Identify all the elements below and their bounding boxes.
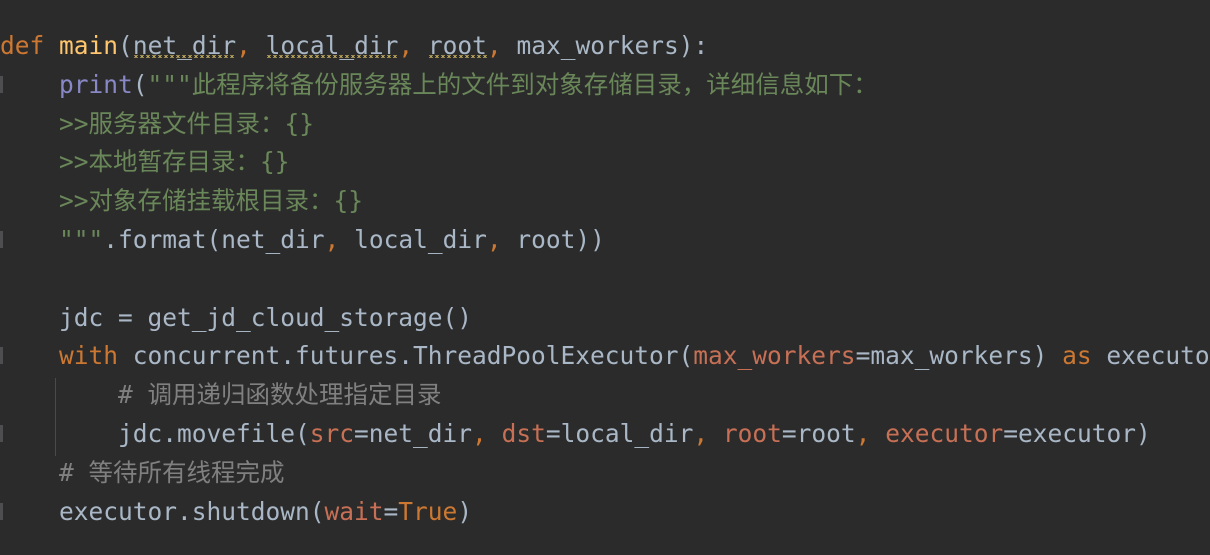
code-token: >>本地暂存目录：{}: [59, 147, 290, 177]
code-token: (: [132, 69, 148, 99]
code-token: wait: [324, 496, 384, 526]
code-token: src: [309, 419, 355, 448]
code-token: with: [59, 341, 119, 371]
code-token: max_workers: [516, 31, 679, 60]
code-line[interactable]: >>对象存储挂载根目录：{}: [0, 182, 363, 221]
code-token: root: [722, 419, 782, 448]
code-token: ): [457, 496, 473, 526]
code-token: dst: [501, 419, 546, 448]
code-line[interactable]: executor.shutdown(wait=True): [0, 493, 472, 532]
code-token: ,: [324, 225, 340, 254]
code-token: root)): [501, 225, 605, 254]
change-marker[interactable]: [0, 425, 3, 442]
code-token: jdc.movefile(: [0, 419, 310, 448]
code-token: def: [0, 31, 45, 60]
code-line[interactable]: >>本地暂存目录：{}: [0, 143, 290, 182]
code-line[interactable]: """.format(net_dir, local_dir, root)): [0, 221, 605, 260]
code-token: local_dir: [265, 31, 399, 60]
code-token: >>服务器文件目录：{}: [59, 108, 315, 138]
code-line[interactable]: >>服务器文件目录：{}: [0, 105, 314, 144]
change-marker[interactable]: [0, 347, 3, 365]
code-line[interactable]: def main(net_dir, local_dir, root, max_w…: [0, 27, 708, 66]
code-token: max_workers: [693, 341, 856, 371]
code-token: =local_dir: [545, 419, 694, 448]
code-token: net_dir: [132, 31, 237, 60]
code-token: print: [59, 69, 133, 99]
code-token: executor:: [1106, 341, 1210, 371]
code-token: """此程序将备份服务器上的文件到对象存储目录，详细信息如下：: [147, 69, 878, 99]
code-token: =: [383, 496, 399, 526]
code-line[interactable]: # 调用递归函数处理指定目录: [0, 376, 442, 415]
code-token: .format(net_dir: [103, 225, 325, 254]
code-token: >>对象存储挂载根目录：{}: [59, 186, 364, 216]
code-token: """: [59, 225, 104, 254]
code-token: =executor): [1003, 419, 1151, 448]
code-token: True: [398, 496, 458, 526]
code-line[interactable]: # 等待所有线程完成: [0, 454, 285, 493]
code-token: jdc = get_jd_cloud_storage(): [0, 302, 473, 332]
code-token: executor.shutdown(: [0, 496, 325, 526]
code-token: root: [427, 31, 487, 60]
code-token: ,: [693, 419, 709, 448]
code-line[interactable]: jdc = get_jd_cloud_storage(): [0, 299, 472, 338]
code-token: ,: [398, 31, 414, 60]
code-line[interactable]: jdc.movefile(src=net_dir, dst=local_dir,…: [0, 415, 1151, 454]
code-token: executor: [885, 419, 1004, 448]
code-token: (: [118, 31, 133, 60]
code-editor[interactable]: def main(net_dir, local_dir, root, max_w…: [0, 0, 1210, 555]
code-token: # 等待所有线程完成: [0, 457, 285, 487]
code-line[interactable]: with concurrent.futures.ThreadPoolExecut…: [0, 337, 1210, 376]
indent-guide: [55, 378, 56, 456]
code-token: =max_workers): [855, 341, 1063, 371]
change-marker[interactable]: [0, 502, 3, 520]
change-marker[interactable]: [0, 75, 3, 93]
code-token: concurrent.futures.ThreadPoolExecutor(: [118, 341, 694, 371]
code-token: ,: [855, 419, 871, 448]
code-line[interactable]: print("""此程序将备份服务器上的文件到对象存储目录，详细信息如下：: [0, 66, 878, 105]
code-token: ,: [486, 225, 502, 254]
code-token: as: [1062, 341, 1092, 371]
code-token: ):: [678, 31, 709, 60]
code-token: ,: [472, 419, 487, 448]
code-token: # 调用递归函数处理指定目录: [0, 380, 442, 410]
code-token: ,: [236, 31, 251, 60]
code-token: ,: [486, 31, 502, 60]
change-marker[interactable]: [0, 231, 3, 248]
code-token: =root: [781, 419, 856, 448]
code-token: main: [59, 31, 119, 60]
code-token: =net_dir: [354, 419, 473, 448]
code-token: local_dir: [339, 225, 487, 254]
